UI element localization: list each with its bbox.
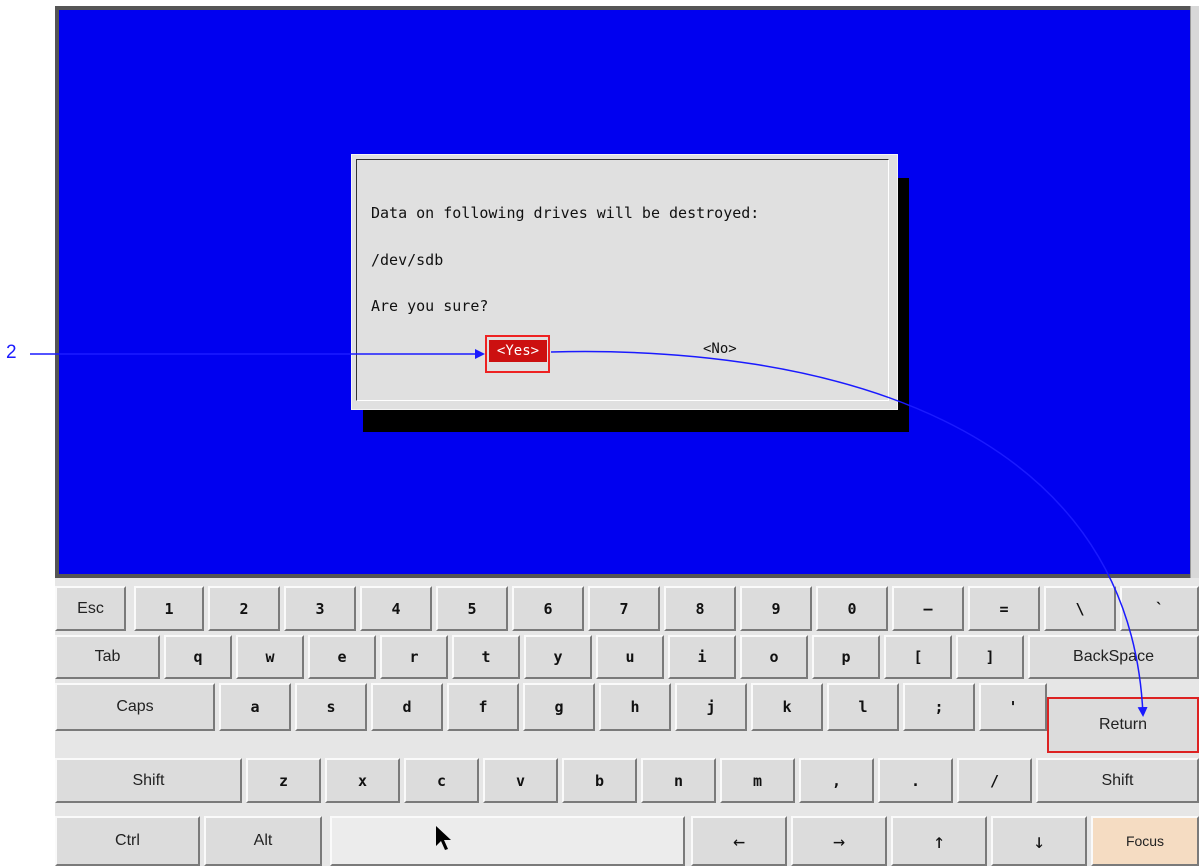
dialog-question: Are you sure? <box>371 297 489 315</box>
key-minus[interactable]: – <box>892 586 964 631</box>
key-space[interactable] <box>330 816 685 866</box>
key-d[interactable]: d <box>371 683 443 731</box>
key-7[interactable]: 7 <box>588 586 660 631</box>
key-slash[interactable]: / <box>957 758 1032 803</box>
key-o[interactable]: o <box>740 635 808 679</box>
onscreen-keyboard: Esc 1 2 3 4 5 6 7 8 9 0 – = \ ` Tab q w … <box>55 578 1199 866</box>
key-s[interactable]: s <box>295 683 367 731</box>
key-comma[interactable]: , <box>799 758 874 803</box>
key-y[interactable]: y <box>524 635 592 679</box>
key-k[interactable]: k <box>751 683 823 731</box>
dialog-message: Data on following drives will be destroy… <box>371 204 760 222</box>
key-b[interactable]: b <box>562 758 637 803</box>
key-z[interactable]: z <box>246 758 321 803</box>
key-l[interactable]: l <box>827 683 899 731</box>
key-j[interactable]: j <box>675 683 747 731</box>
key-quote[interactable]: ' <box>979 683 1047 731</box>
no-button[interactable]: <No> <box>703 341 737 357</box>
key-caps[interactable]: Caps <box>55 683 215 731</box>
screen-edge <box>1190 6 1199 578</box>
key-a[interactable]: a <box>219 683 291 731</box>
dialog-frame <box>356 159 889 401</box>
key-0[interactable]: 0 <box>816 586 888 631</box>
yes-highlight-box <box>485 335 550 373</box>
key-period[interactable]: . <box>878 758 953 803</box>
key-m[interactable]: m <box>720 758 795 803</box>
key-c[interactable]: c <box>404 758 479 803</box>
key-return[interactable]: Return <box>1047 697 1199 753</box>
key-bracket-left[interactable]: [ <box>884 635 952 679</box>
key-backtick[interactable]: ` <box>1120 586 1199 631</box>
key-bracket-right[interactable]: ] <box>956 635 1024 679</box>
key-arrow-down[interactable]: ↓ <box>991 816 1087 866</box>
key-q[interactable]: q <box>164 635 232 679</box>
key-t[interactable]: t <box>452 635 520 679</box>
key-h[interactable]: h <box>599 683 671 731</box>
key-arrow-right[interactable]: → <box>791 816 887 866</box>
key-backslash[interactable]: \ <box>1044 586 1116 631</box>
key-arrow-left[interactable]: ← <box>691 816 787 866</box>
key-backspace[interactable]: BackSpace <box>1028 635 1199 679</box>
key-6[interactable]: 6 <box>512 586 584 631</box>
key-x[interactable]: x <box>325 758 400 803</box>
key-ctrl[interactable]: Ctrl <box>55 816 200 866</box>
key-shift-left[interactable]: Shift <box>55 758 242 803</box>
key-focus[interactable]: Focus <box>1091 816 1199 866</box>
key-v[interactable]: v <box>483 758 558 803</box>
key-alt[interactable]: Alt <box>204 816 322 866</box>
key-4[interactable]: 4 <box>360 586 432 631</box>
key-arrow-up[interactable]: ↑ <box>891 816 987 866</box>
confirm-dialog <box>351 154 898 410</box>
key-i[interactable]: i <box>668 635 736 679</box>
key-2[interactable]: 2 <box>208 586 280 631</box>
dialog-drive: /dev/sdb <box>371 251 444 269</box>
key-p[interactable]: p <box>812 635 880 679</box>
key-shift-right[interactable]: Shift <box>1036 758 1199 803</box>
key-g[interactable]: g <box>523 683 595 731</box>
key-w[interactable]: w <box>236 635 304 679</box>
key-n[interactable]: n <box>641 758 716 803</box>
key-5[interactable]: 5 <box>436 586 508 631</box>
key-9[interactable]: 9 <box>740 586 812 631</box>
key-3[interactable]: 3 <box>284 586 356 631</box>
key-tab[interactable]: Tab <box>55 635 160 679</box>
key-e[interactable]: e <box>308 635 376 679</box>
key-8[interactable]: 8 <box>664 586 736 631</box>
key-equals[interactable]: = <box>968 586 1040 631</box>
key-r[interactable]: r <box>380 635 448 679</box>
annotation-step-number: 2 <box>6 342 17 363</box>
key-esc[interactable]: Esc <box>55 586 126 631</box>
key-f[interactable]: f <box>447 683 519 731</box>
key-u[interactable]: u <box>596 635 664 679</box>
key-semicolon[interactable]: ; <box>903 683 975 731</box>
key-1[interactable]: 1 <box>134 586 204 631</box>
